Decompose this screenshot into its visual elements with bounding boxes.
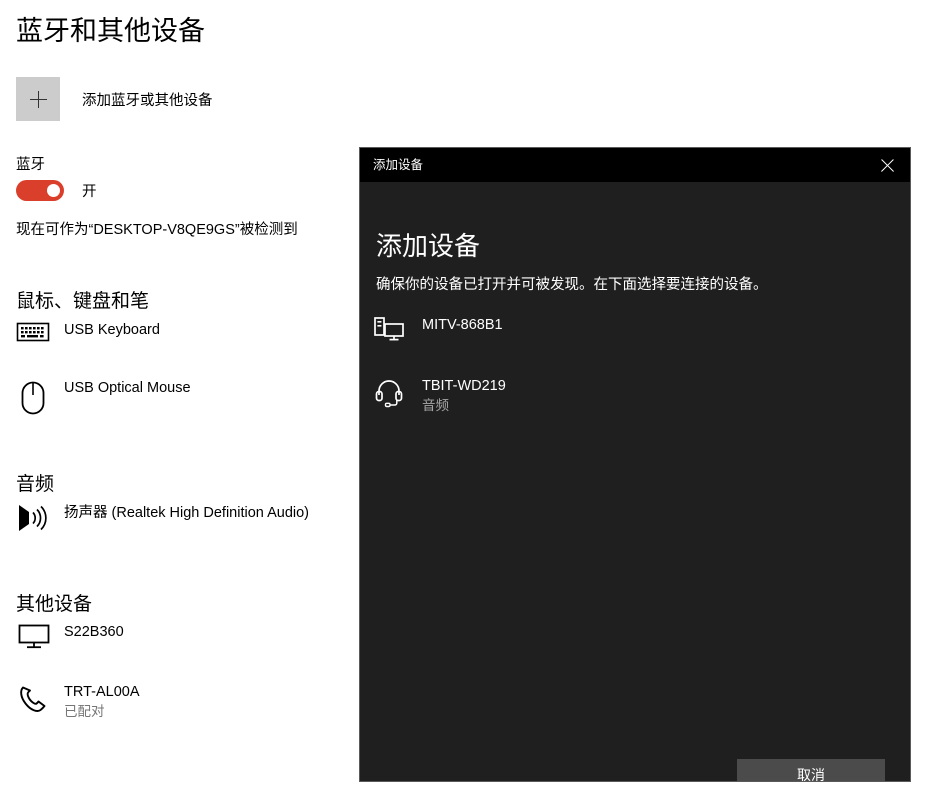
bluetooth-toggle-row[interactable]: 开 <box>16 180 97 201</box>
device-row-speakers[interactable]: 扬声器 (Realtek High Definition Audio) <box>16 503 356 533</box>
device-name: 扬声器 (Realtek High Definition Audio) <box>64 505 309 521</box>
device-row-trt-al00a[interactable]: TRT-AL00A 已配对 <box>16 682 356 721</box>
dialog-heading: 添加设备 <box>376 231 481 261</box>
discoverable-text: 现在可作为“DESKTOP-V8QE9GS”被检测到 <box>16 222 298 238</box>
dialog-device-row-mitv[interactable]: MITV-868B1 <box>374 316 890 343</box>
toggle-knob <box>47 184 60 197</box>
bluetooth-toggle-state: 开 <box>82 184 97 200</box>
mouse-icon <box>16 378 56 418</box>
device-row-usb-keyboard[interactable]: USB Keyboard <box>16 320 356 344</box>
speaker-icon <box>16 503 56 533</box>
dialog-device-text: TBIT-WD219 音频 <box>422 377 506 415</box>
keyboard-icon <box>16 320 56 344</box>
headset-icon <box>374 377 416 408</box>
device-text: 扬声器 (Realtek High Definition Audio) <box>64 503 309 522</box>
dialog-device-category: 音频 <box>422 398 449 413</box>
section-heading-input-devices: 鼠标、键盘和笔 <box>16 291 150 312</box>
dialog-titlebar-title: 添加设备 <box>373 158 424 172</box>
dialog-body: 添加设备 确保你的设备已打开并可被发现。在下面选择要连接的设备。 MITV-86… <box>360 182 910 781</box>
add-bluetooth-or-other-device-button[interactable]: 添加蓝牙或其他设备 <box>16 77 213 121</box>
device-status: 已配对 <box>64 704 105 719</box>
add-device-dialog: 添加设备 添加设备 确保你的设备已打开并可被发现。在下面选择要连接的设备。 MI… <box>360 148 910 781</box>
device-name: TRT-AL00A <box>64 684 140 700</box>
dialog-titlebar: 添加设备 <box>360 148 910 182</box>
phone-icon <box>16 682 56 718</box>
dialog-device-name: TBIT-WD219 <box>422 378 506 394</box>
plus-icon-square <box>16 77 60 121</box>
device-row-s22b360[interactable]: S22B360 <box>16 622 356 650</box>
monitor-icon <box>16 622 56 650</box>
bluetooth-toggle[interactable] <box>16 180 64 201</box>
add-device-label: 添加蓝牙或其他设备 <box>82 92 213 109</box>
dialog-device-text: MITV-868B1 <box>422 316 503 335</box>
page-title: 蓝牙和其他设备 <box>16 16 205 46</box>
close-button[interactable] <box>864 148 910 182</box>
cancel-button[interactable]: 取消 <box>737 759 885 781</box>
dialog-device-row-tbit[interactable]: TBIT-WD219 音频 <box>374 377 890 415</box>
device-text: USB Keyboard <box>64 320 160 339</box>
device-row-usb-optical-mouse[interactable]: USB Optical Mouse <box>16 378 356 418</box>
device-text: TRT-AL00A 已配对 <box>64 682 140 721</box>
settings-page: 蓝牙和其他设备 添加蓝牙或其他设备 蓝牙 开 现在可作为“DESKTOP-V8Q… <box>0 0 360 796</box>
section-heading-audio: 音频 <box>16 474 55 495</box>
close-icon <box>880 158 894 172</box>
desktop-pc-icon <box>374 316 416 343</box>
device-text: USB Optical Mouse <box>64 378 191 397</box>
section-heading-other-devices: 其他设备 <box>16 594 93 615</box>
bluetooth-label: 蓝牙 <box>16 157 45 173</box>
dialog-subtitle: 确保你的设备已打开并可被发现。在下面选择要连接的设备。 <box>376 277 768 293</box>
device-name: USB Optical Mouse <box>64 380 191 396</box>
device-text: S22B360 <box>64 622 124 641</box>
plus-icon <box>29 90 47 108</box>
device-name: S22B360 <box>64 624 124 640</box>
dialog-device-name: MITV-868B1 <box>422 317 503 333</box>
device-name: USB Keyboard <box>64 322 160 338</box>
